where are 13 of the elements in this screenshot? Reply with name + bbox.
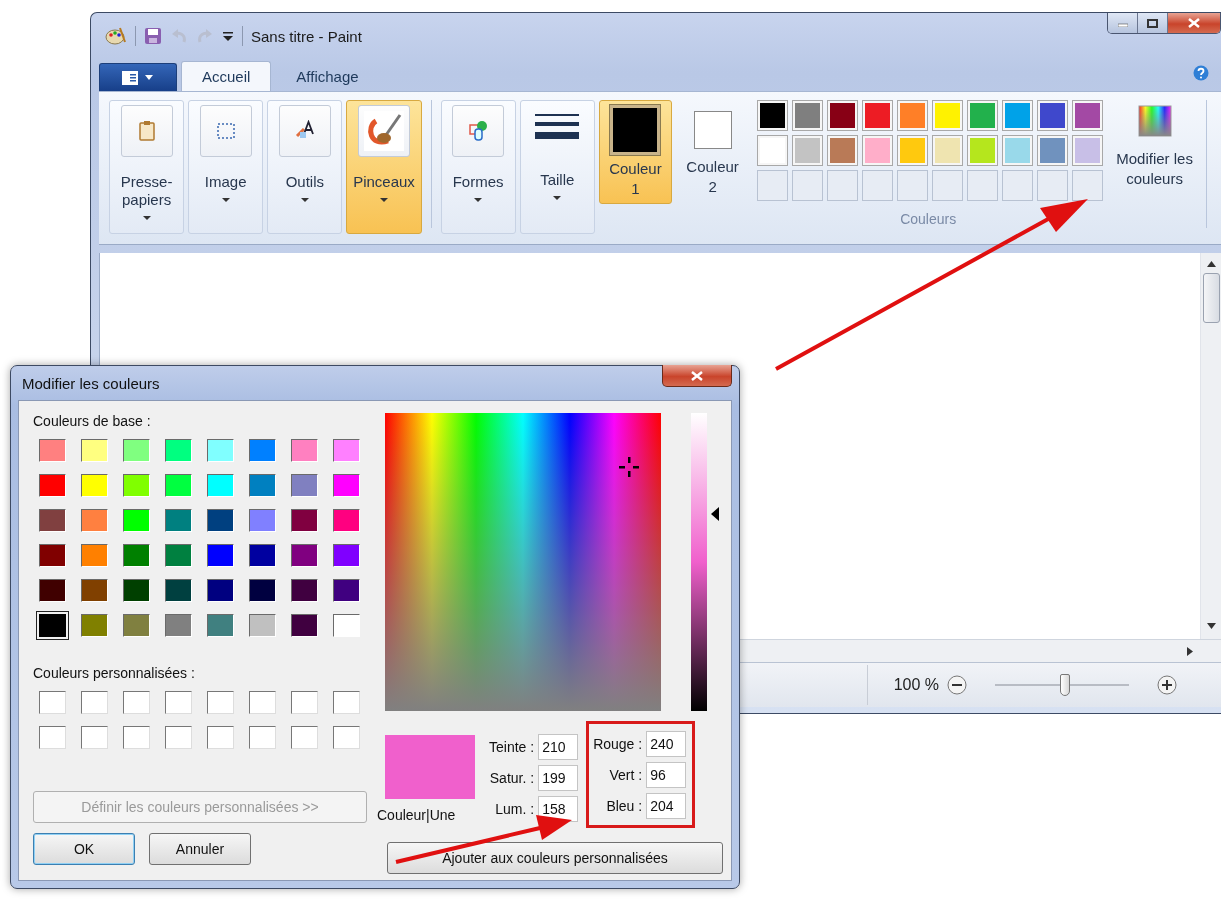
- field-label: Lum. :: [495, 801, 535, 817]
- window-title: Sans titre - Paint: [251, 27, 362, 45]
- field-label: Rouge :: [593, 736, 643, 752]
- section-label: Couleurs de base :: [33, 413, 152, 429]
- field-label: Satur. :: [489, 770, 535, 786]
- field-label: Vert :: [609, 767, 643, 783]
- section-label: Couleurs personnalisées :: [33, 665, 196, 681]
- preview-label: Couleur|Une: [377, 807, 456, 823]
- group-label: Couleurs: [900, 211, 957, 227]
- field-label: Bleu :: [606, 798, 643, 814]
- dialog-title: Modifier les couleurs: [21, 374, 160, 392]
- zoom-level: 100 %: [893, 676, 939, 694]
- field-label: Teinte :: [489, 739, 535, 755]
